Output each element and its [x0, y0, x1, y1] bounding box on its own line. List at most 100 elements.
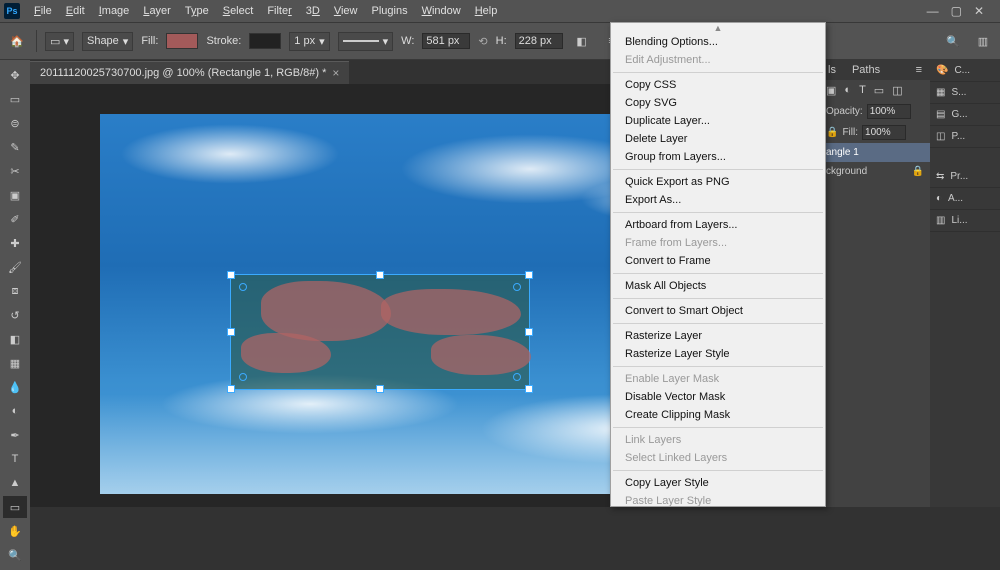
lock-icon[interactable]: 🔒: [826, 127, 838, 138]
context-menu-item[interactable]: Disable Vector Mask: [611, 388, 825, 406]
workspace-icon[interactable]: ▥: [972, 30, 994, 52]
transform-handle[interactable]: [227, 271, 235, 279]
zoom-tool[interactable]: 🔍: [3, 544, 27, 566]
collapsed-panel[interactable]: ▥Li...: [930, 210, 1000, 232]
healing-tool[interactable]: ✚: [3, 232, 27, 254]
context-menu-item[interactable]: Duplicate Layer...: [611, 112, 825, 130]
context-menu-item[interactable]: Quick Export as PNG: [611, 173, 825, 191]
menu-window[interactable]: Window: [416, 3, 467, 19]
context-menu-item[interactable]: Convert to Frame: [611, 252, 825, 270]
stroke-width-field[interactable]: 1 px ▾: [289, 32, 329, 51]
transform-handle[interactable]: [376, 385, 384, 393]
context-menu-item[interactable]: Convert to Smart Object: [611, 302, 825, 320]
rectangle-tool[interactable]: ▭: [3, 496, 27, 518]
lasso-tool[interactable]: ⊜: [3, 112, 27, 134]
opacity-field[interactable]: [867, 104, 911, 119]
transform-handle[interactable]: [525, 385, 533, 393]
menu-view[interactable]: View: [328, 3, 364, 19]
context-menu-item[interactable]: Rasterize Layer Style: [611, 345, 825, 363]
collapsed-panel[interactable]: ⇆Pr...: [930, 166, 1000, 188]
eyedropper-tool[interactable]: ✐: [3, 208, 27, 230]
transform-handle[interactable]: [525, 271, 533, 279]
window-minimize-icon[interactable]: —: [927, 4, 939, 18]
context-menu-item[interactable]: Rasterize Layer: [611, 327, 825, 345]
filter-adjust-icon[interactable]: ◐: [844, 84, 851, 97]
transform-handle[interactable]: [227, 328, 235, 336]
stroke-swatch[interactable]: [249, 33, 281, 49]
window-close-icon[interactable]: ✕: [974, 4, 984, 18]
filter-smart-icon[interactable]: ◫: [892, 84, 902, 97]
history-brush-tool[interactable]: ↺: [3, 304, 27, 326]
shape-tool-preset[interactable]: ▭ ▾: [45, 32, 74, 51]
filter-type-icon[interactable]: T: [859, 84, 866, 97]
width-field[interactable]: [422, 33, 470, 49]
frame-tool[interactable]: ▣: [3, 184, 27, 206]
collapsed-panel[interactable]: ◫P...: [930, 126, 1000, 148]
menu-type[interactable]: Type: [179, 3, 215, 19]
home-button[interactable]: 🏠: [6, 30, 28, 52]
collapsed-panel[interactable]: ▤G...: [930, 104, 1000, 126]
panel-menu-icon[interactable]: ≡: [908, 60, 930, 80]
shape-selection[interactable]: [230, 274, 530, 390]
hand-tool[interactable]: ✋: [3, 520, 27, 542]
height-label: H:: [496, 35, 507, 47]
window-maximize-icon[interactable]: ▢: [951, 4, 962, 18]
search-icon[interactable]: 🔍: [942, 30, 964, 52]
context-menu-item[interactable]: Mask All Objects: [611, 277, 825, 295]
menu-layer[interactable]: Layer: [137, 3, 177, 19]
layer-item[interactable]: angle 1: [820, 143, 930, 162]
height-field[interactable]: [515, 33, 563, 49]
layer-name: angle 1: [826, 147, 859, 158]
dodge-tool[interactable]: ◐: [3, 400, 27, 422]
menu-file[interactable]: File: [28, 3, 58, 19]
stroke-style-dropdown[interactable]: ▾: [338, 32, 394, 51]
menu-select[interactable]: Select: [217, 3, 260, 19]
filter-shape-icon[interactable]: ▭: [874, 84, 884, 97]
menu-3d[interactable]: 3D: [300, 3, 326, 19]
eraser-tool[interactable]: ◧: [3, 328, 27, 350]
transform-handle[interactable]: [525, 328, 533, 336]
collapsed-panel[interactable]: ▦S...: [930, 82, 1000, 104]
context-menu-item[interactable]: Blending Options...: [611, 33, 825, 51]
shape-mode-dropdown[interactable]: Shape ▾: [82, 32, 133, 51]
layer-item[interactable]: ckground 🔒: [820, 162, 930, 181]
pen-tool[interactable]: ✒: [3, 424, 27, 446]
document-tab[interactable]: 20111120025730700.jpg @ 100% (Rectangle …: [30, 61, 349, 84]
context-menu-item[interactable]: Copy SVG: [611, 94, 825, 112]
collapsed-panel[interactable]: ◐A...: [930, 188, 1000, 210]
quick-select-tool[interactable]: ✎: [3, 136, 27, 158]
document-tab-close-icon[interactable]: ×: [332, 66, 339, 80]
context-menu-item[interactable]: Artboard from Layers...: [611, 216, 825, 234]
context-menu-item[interactable]: Copy Layer Style: [611, 474, 825, 492]
gradient-tool[interactable]: ▦: [3, 352, 27, 374]
menu-help[interactable]: Help: [469, 3, 504, 19]
path-operations-icon[interactable]: ◧: [571, 30, 593, 52]
marquee-tool[interactable]: ▭: [3, 88, 27, 110]
scroll-up-icon[interactable]: ▲: [611, 23, 825, 33]
layer-fill-field[interactable]: [862, 125, 906, 140]
panel-tab-paths[interactable]: Paths: [844, 60, 888, 80]
collapsed-panel[interactable]: 🎨C...: [930, 60, 1000, 82]
context-menu-item[interactable]: Delete Layer: [611, 130, 825, 148]
link-dimensions-icon[interactable]: ⟲: [478, 35, 487, 48]
context-menu-item[interactable]: Copy CSS: [611, 76, 825, 94]
menu-filter[interactable]: Filter: [261, 3, 297, 19]
filter-pixel-icon[interactable]: ▣: [826, 84, 836, 97]
crop-tool[interactable]: ✂: [3, 160, 27, 182]
menu-plugins[interactable]: Plugins: [366, 3, 414, 19]
transform-handle[interactable]: [376, 271, 384, 279]
brush-tool[interactable]: 🖌: [3, 256, 27, 278]
path-select-tool[interactable]: ▲: [3, 472, 27, 494]
blur-tool[interactable]: 💧: [3, 376, 27, 398]
menu-edit[interactable]: Edit: [60, 3, 91, 19]
context-menu-item[interactable]: Create Clipping Mask: [611, 406, 825, 424]
transform-handle[interactable]: [227, 385, 235, 393]
menu-image[interactable]: Image: [93, 3, 136, 19]
clone-tool[interactable]: ⧈: [3, 280, 27, 302]
context-menu-item[interactable]: Group from Layers...: [611, 148, 825, 166]
layer-filter-icons[interactable]: ▣ ◐ T ▭ ◫: [820, 80, 930, 101]
fill-swatch[interactable]: [166, 33, 198, 49]
move-tool[interactable]: ✥: [3, 64, 27, 86]
type-tool[interactable]: T: [3, 448, 27, 470]
context-menu-item[interactable]: Export As...: [611, 191, 825, 209]
